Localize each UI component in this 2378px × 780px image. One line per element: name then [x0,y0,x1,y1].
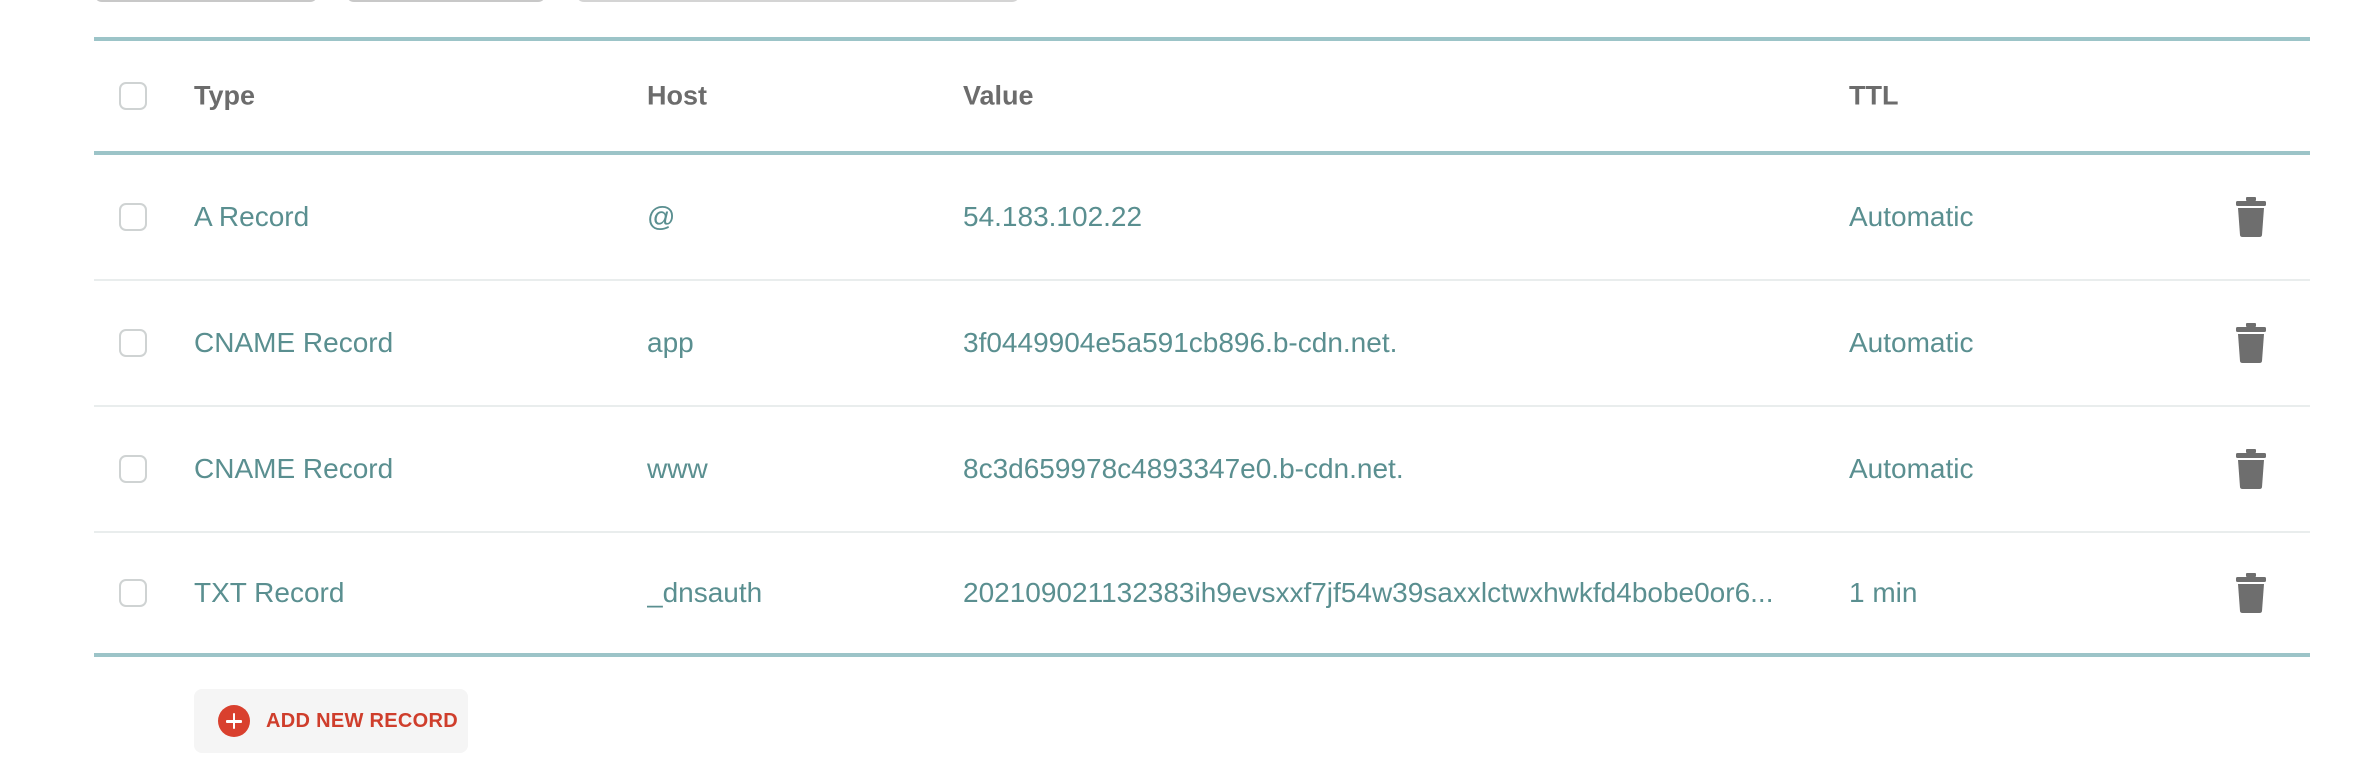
search-input[interactable] [576,0,1020,2]
action-dropdown[interactable] [346,0,546,2]
trash-icon[interactable] [2236,323,2266,363]
row-checkbox[interactable] [119,579,147,607]
record-ttl: Automatic [1849,201,1974,232]
row-checkbox[interactable] [119,455,147,483]
plus-circle-icon [218,705,250,737]
record-ttl: Automatic [1849,453,1974,484]
add-new-record-button[interactable]: ADD NEW RECORD [194,689,468,753]
table-row: A Record @ 54.183.102.22 Automatic [94,155,2310,281]
record-ttl: 1 min [1849,577,1918,608]
add-new-record-label: ADD NEW RECORD [266,709,458,732]
column-header-type[interactable]: Type [194,81,255,112]
record-value: 3f0449904e5a591cb896.b-cdn.net. [963,327,1398,358]
record-host: app [647,327,694,358]
select-all-checkbox[interactable] [119,82,147,110]
record-ttl: Automatic [1849,327,1974,358]
trash-icon[interactable] [2236,449,2266,489]
record-type: CNAME Record [194,327,394,358]
record-value: 54.183.102.22 [963,201,1143,232]
row-checkbox[interactable] [119,329,147,357]
column-header-ttl[interactable]: TTL [1849,81,1898,112]
table-row: CNAME Record www 8c3d659978c4893347e0.b-… [94,407,2310,533]
trash-icon[interactable] [2236,573,2266,613]
table-header: Type Host Value TTL [94,37,2310,155]
record-host: @ [647,201,676,232]
record-value: 8c3d659978c4893347e0.b-cdn.net. [963,453,1404,484]
record-type: TXT Record [194,577,345,608]
column-header-host[interactable]: Host [647,81,707,112]
record-type: CNAME Record [194,453,394,484]
table-row: CNAME Record app 3f0449904e5a591cb896.b-… [94,281,2310,407]
table-row: TXT Record _dnsauth 202109021132383ih9ev… [94,533,2310,657]
column-header-value[interactable]: Value [963,81,1034,112]
record-host: www [647,453,708,484]
record-type: A Record [194,201,310,232]
dns-records-table: Type Host Value TTL A Record @ 54.183.10… [94,37,2310,657]
filter-dropdown[interactable] [94,0,318,2]
record-host: _dnsauth [647,577,763,608]
row-checkbox[interactable] [119,203,147,231]
trash-icon[interactable] [2236,197,2266,237]
record-value: 202109021132383ih9evsxxf7jf54w39saxxlctw… [963,577,1774,608]
